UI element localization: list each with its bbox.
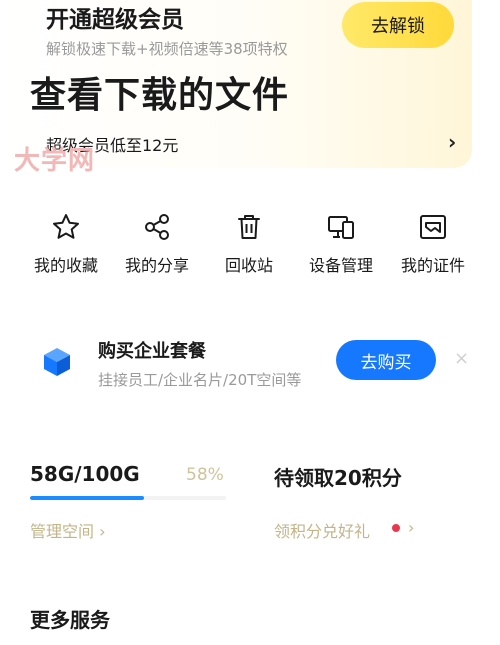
tool-label: 我的收藏 bbox=[33, 256, 98, 275]
tool-recycle-bin[interactable]: 回收站 bbox=[204, 212, 294, 282]
enterprise-title[interactable]: 购买企业套餐 bbox=[98, 337, 206, 363]
points-redeem-link[interactable]: 领积分兑好礼 bbox=[274, 518, 370, 542]
tool-shares[interactable]: 我的分享 bbox=[112, 212, 202, 282]
trash-icon bbox=[238, 215, 260, 239]
tool-label: 设备管理 bbox=[308, 256, 373, 275]
chevron-right-icon[interactable]: › bbox=[408, 518, 414, 537]
tool-label: 我的证件 bbox=[400, 256, 465, 275]
storage-progress-fill bbox=[30, 496, 144, 500]
close-icon[interactable]: × bbox=[454, 348, 469, 369]
buy-button[interactable]: 去购买 bbox=[336, 340, 436, 380]
vip-subtitle: 解锁极速下载+视频倍速等38项特权 bbox=[46, 40, 288, 58]
enterprise-subtitle: 挂接员工/企业名片/20T空间等 bbox=[98, 371, 302, 389]
points-title[interactable]: 待领取20积分 bbox=[274, 462, 402, 491]
storage-progress-bar bbox=[30, 496, 226, 500]
more-services-title: 更多服务 bbox=[30, 608, 110, 632]
watermark: 大学网 bbox=[14, 146, 96, 176]
star-icon bbox=[53, 214, 79, 239]
cube-icon bbox=[44, 348, 70, 376]
storage-percent: 58% bbox=[186, 465, 224, 485]
notification-dot bbox=[392, 524, 400, 532]
manage-space-link[interactable]: 管理空间 › bbox=[30, 518, 106, 542]
tool-label: 我的分享 bbox=[124, 256, 189, 275]
chevron-right-icon[interactable]: › bbox=[448, 130, 456, 154]
share-icon bbox=[145, 214, 169, 240]
page-title[interactable]: 查看下载的文件 bbox=[30, 66, 289, 118]
vip-title: 开通超级会员 bbox=[46, 7, 184, 33]
id-card-icon bbox=[420, 215, 446, 239]
storage-used-text[interactable]: 58G/100G bbox=[30, 462, 140, 486]
tool-label: 回收站 bbox=[224, 256, 273, 275]
tool-favorites[interactable]: 我的收藏 bbox=[21, 212, 111, 282]
tool-device-management[interactable]: 设备管理 bbox=[296, 212, 386, 282]
devices-icon bbox=[328, 216, 354, 239]
unlock-button[interactable]: 去解锁 bbox=[342, 2, 454, 48]
tool-my-documents[interactable]: 我的证件 bbox=[388, 212, 478, 282]
